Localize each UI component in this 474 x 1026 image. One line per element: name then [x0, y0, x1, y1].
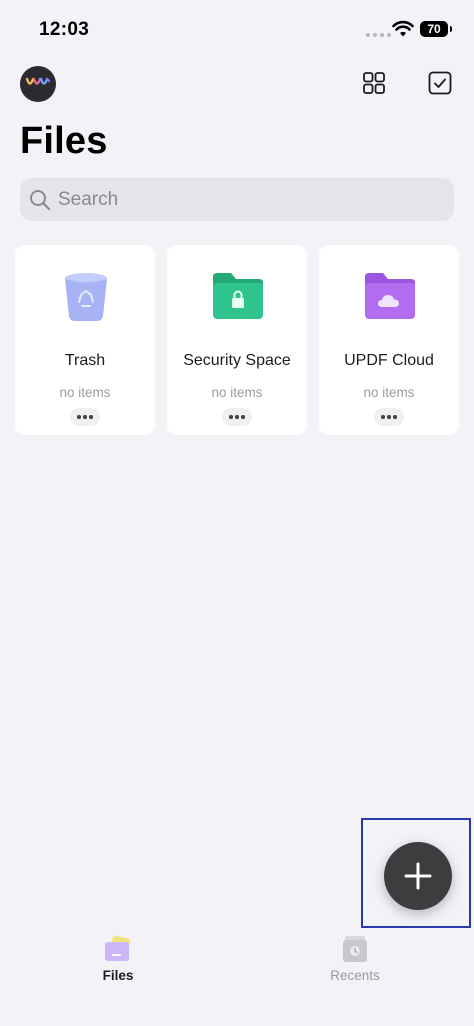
cloud-folder-icon: [365, 273, 415, 319]
tab-bar: Files Recents: [0, 930, 474, 1026]
lock-folder-icon: [213, 273, 263, 319]
cellular-signal-icon: [366, 33, 391, 37]
more-options-icon[interactable]: [70, 408, 100, 426]
tab-label: Files: [102, 968, 134, 983]
more-options-icon[interactable]: [374, 408, 404, 426]
status-time: 12:03: [39, 19, 90, 40]
page-title: Files: [20, 120, 108, 162]
tab-files[interactable]: Files: [58, 935, 178, 995]
avatar[interactable]: [20, 66, 56, 102]
search-bar[interactable]: [20, 178, 454, 221]
tab-recents[interactable]: Recents: [295, 935, 415, 995]
search-icon: [30, 190, 51, 211]
search-input[interactable]: [58, 178, 438, 221]
status-bar: 12:03 70: [0, 0, 474, 60]
battery-indicator: 70: [420, 21, 452, 37]
plus-icon: [404, 862, 432, 890]
wifi-icon: [392, 20, 414, 37]
folder-grid: Trash no items Security Space no items U…: [15, 245, 459, 435]
folder-card-updf-cloud[interactable]: UPDF Cloud no items: [319, 245, 459, 435]
recents-tab-icon: [343, 936, 367, 962]
folder-item-count: no items: [363, 385, 415, 400]
folder-card-trash[interactable]: Trash no items: [15, 245, 155, 435]
add-button[interactable]: [384, 842, 452, 910]
folder-card-security-space[interactable]: Security Space no items: [167, 245, 307, 435]
folder-item-count: no items: [59, 385, 111, 400]
select-checkbox-icon[interactable]: [427, 70, 453, 96]
folder-name: Security Space: [183, 352, 291, 369]
folder-name: Trash: [64, 352, 106, 369]
tab-label: Recents: [330, 968, 380, 983]
files-tab-icon: [105, 935, 131, 961]
updf-logo-icon: [25, 77, 51, 85]
folder-item-count: no items: [211, 385, 263, 400]
grid-view-icon[interactable]: [361, 70, 387, 96]
trash-icon: [65, 273, 107, 321]
folder-name: UPDF Cloud: [344, 352, 434, 369]
more-options-icon[interactable]: [222, 408, 252, 426]
